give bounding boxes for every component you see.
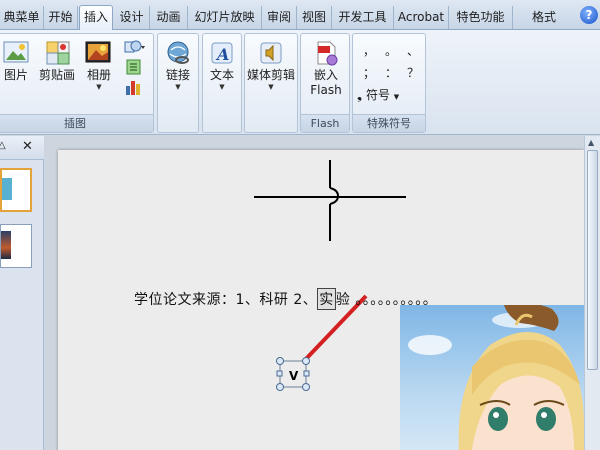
shapes-icon (124, 40, 145, 53)
selection-handle[interactable] (276, 370, 283, 377)
character-illustration (408, 305, 584, 450)
smartart-icon (126, 59, 141, 75)
ribbon-tab-bar: 典菜单 开始 插入 设计 动画 幻灯片放映 审阅 视图 开发工具 Acrobat… (0, 0, 600, 31)
tab-view[interactable]: 视图 (297, 6, 332, 29)
tab-acrobat[interactable]: Acrobat (394, 6, 449, 29)
clipart-button[interactable]: 剪贴画 (35, 40, 79, 83)
help-icon[interactable]: ? (580, 6, 598, 24)
selection-handle[interactable] (276, 383, 284, 391)
symbol-period-button[interactable]: 。 (381, 42, 401, 59)
link-button[interactable]: 链接 ▼ (160, 40, 196, 92)
photo-album-button[interactable]: 相册 ▼ (81, 40, 117, 92)
character-image[interactable] (400, 305, 584, 450)
group-media: 媒体剪辑 ▼ (244, 33, 298, 133)
tab-classic-menu[interactable]: 典菜单 (0, 6, 44, 29)
selection-handle[interactable] (276, 357, 284, 365)
tab-slideshow[interactable]: 幻灯片放映 (188, 6, 262, 29)
text-dropdown-icon[interactable]: ▼ (205, 83, 239, 92)
smartart-button[interactable] (121, 58, 147, 76)
slide-text-before: 学位论文来源：1、科研 2、 (134, 292, 318, 308)
selection-handle[interactable] (302, 383, 310, 391)
group-link: 链接 ▼ (157, 33, 199, 133)
symbol-colon-button[interactable]: ： (381, 64, 401, 81)
text-icon: A (211, 42, 233, 64)
group-special-symbols-label: 特殊符号 (353, 114, 425, 132)
media-clip-icon (260, 42, 282, 64)
link-label: 链接 (165, 68, 190, 82)
tab-special-features[interactable]: 特色功能 (449, 6, 513, 29)
picture-icon (3, 41, 29, 63)
embed-flash-button[interactable]: 嵌入 Flash (303, 40, 349, 97)
group-special-symbols: ， 。 、 ； ： ？ ❟ 符号 ▼ 特殊符号 (352, 33, 426, 133)
clipart-icon (46, 41, 70, 65)
slide-editor: V 学位论文来源：1、科研 2、实验 。。。。。。。。。。 (44, 136, 600, 450)
text-button[interactable]: A 文本 ▼ (205, 40, 239, 92)
symbol-icon: ❟ (357, 88, 363, 103)
shape-letter: V (289, 369, 299, 383)
tab-review[interactable]: 审阅 (262, 6, 297, 29)
group-text: A 文本 ▼ (202, 33, 242, 133)
ribbon: 图片 剪贴画 相册 ▼ 插图 链接 ▼ A 文本 ▼ 媒体剪辑 ▼ 嵌入 Fla… (0, 30, 600, 135)
symbol-comma-button[interactable]: ， (359, 42, 379, 59)
clipart-label: 剪贴画 (38, 68, 75, 82)
group-illustrations-label: 插图 (0, 114, 153, 132)
chart-icon (126, 81, 140, 95)
symbol-menu-button[interactable]: ❟ 符号 ▼ (357, 86, 423, 103)
vertical-scrollbar[interactable]: ▲ (584, 136, 600, 450)
tab-insert[interactable]: 插入 (79, 5, 113, 31)
pane-header: △ ✕ (0, 136, 44, 160)
thumbnail-image (1, 231, 11, 259)
tab-developer[interactable]: 开发工具 (332, 6, 394, 29)
picture-button[interactable]: 图片 (0, 40, 33, 83)
group-illustrations: 图片 剪贴画 相册 ▼ 插图 (0, 33, 154, 133)
tab-animation[interactable]: 动画 (150, 6, 188, 29)
link-dropdown-icon[interactable]: ▼ (160, 83, 196, 92)
media-clip-button[interactable]: 媒体剪辑 ▼ (245, 40, 297, 92)
tab-home[interactable]: 开始 (44, 6, 78, 29)
symbol-question-button[interactable]: ？ (403, 64, 423, 81)
photo-album-dropdown-icon[interactable]: ▼ (81, 83, 117, 92)
slide-thumbnail-1[interactable] (0, 168, 32, 212)
group-flash: 嵌入 Flash Flash (300, 33, 350, 133)
tab-format[interactable]: 格式 (520, 6, 568, 29)
photo-album-label: 相册 (86, 68, 111, 82)
embed-flash-label-line2: Flash (310, 83, 342, 97)
group-flash-label: Flash (301, 114, 349, 132)
chart-button[interactable] (121, 78, 147, 96)
picture-label: 图片 (3, 68, 28, 82)
symbol-menu-dropdown-icon[interactable]: ▼ (394, 93, 399, 101)
tab-design[interactable]: 设计 (114, 6, 150, 29)
media-clip-label: 媒体剪辑 (246, 68, 295, 82)
slide-thumbnail-2[interactable] (0, 224, 32, 268)
slide-text-line[interactable]: 学位论文来源：1、科研 2、实验 。。。。。。。。。。 (134, 288, 437, 310)
selection-handle[interactable] (303, 370, 310, 377)
selected-character[interactable]: 实 (317, 288, 336, 310)
symbol-enum-comma-button[interactable]: 、 (403, 42, 423, 59)
scrollbar-thumb[interactable] (587, 150, 598, 370)
scroll-up-icon[interactable]: ▲ (588, 138, 594, 147)
photo-album-icon (85, 41, 111, 63)
flash-document-icon (317, 41, 338, 66)
slide-thumbnail-pane: △ ✕ (0, 136, 44, 450)
svg-text:A: A (215, 45, 229, 64)
text-label: 文本 (209, 68, 234, 82)
thumbnail-image (2, 178, 12, 200)
symbol-menu-label: 符号 (365, 88, 390, 102)
close-icon[interactable]: ✕ (22, 139, 33, 154)
symbol-semicolon-button[interactable]: ； (359, 64, 379, 81)
shapes-button[interactable] (121, 38, 147, 56)
outline-tab-icon[interactable]: △ (0, 140, 6, 151)
slide-canvas[interactable]: V 学位论文来源：1、科研 2、实验 。。。。。。。。。。 (58, 150, 584, 450)
link-icon (167, 41, 189, 64)
embed-flash-label-line1: 嵌入 (313, 68, 338, 82)
media-clip-dropdown-icon[interactable]: ▼ (245, 83, 297, 92)
selection-handle[interactable] (302, 357, 310, 365)
